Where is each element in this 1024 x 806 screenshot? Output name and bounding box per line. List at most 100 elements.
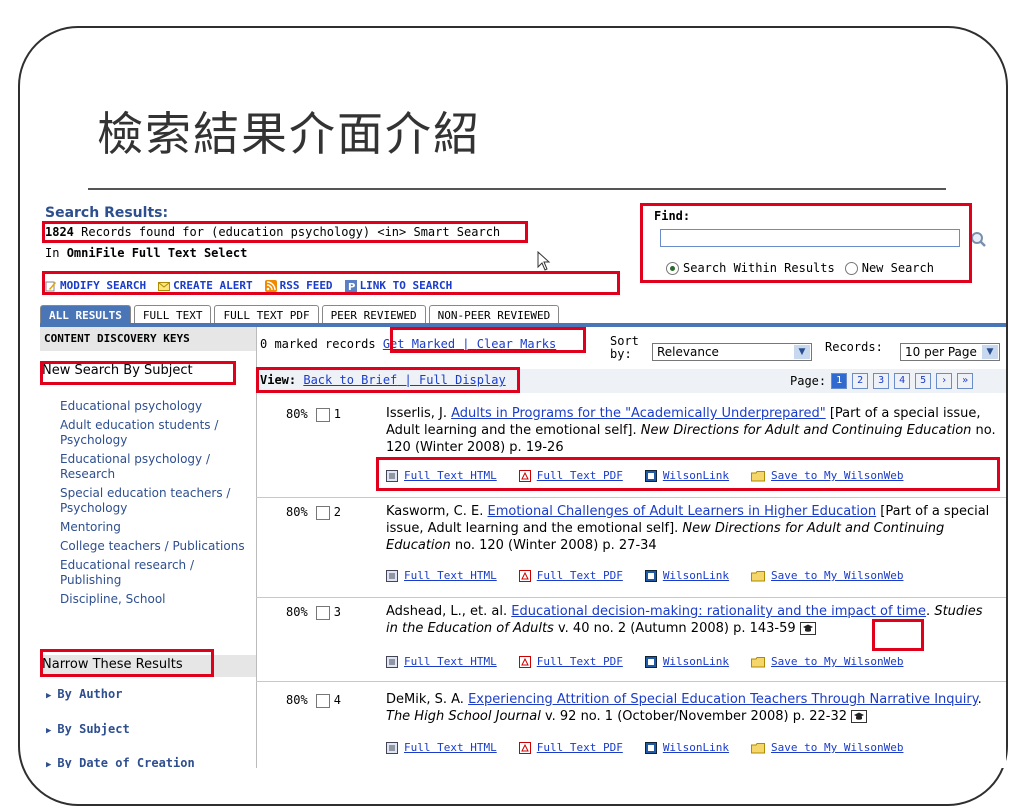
citation-source: v. 92 no. 1 (October/November 2008) p. 2… [540,709,848,724]
annotation-box-marks [390,327,586,353]
annotation-box-new-search-subject [40,361,236,385]
annotation-box-records [42,221,528,243]
wilsonlink-label: WilsonLink [662,741,730,754]
relevance-score: 80% 3 [286,605,341,620]
full-text-html-link[interactable]: Full Text HTML [386,569,497,582]
html-doc-icon [386,655,398,668]
full-text-html-label: Full Text HTML [404,655,497,668]
chevron-down-icon: ▼ [982,345,998,359]
wilsonlink-icon [644,741,657,754]
subject-link[interactable]: Mentoring [60,520,250,535]
save-to-wilsonweb-link[interactable]: Save to My WilsonWeb [751,655,904,668]
folder-icon [751,742,766,753]
subject-link[interactable]: Adult education students / Psychology [60,418,250,448]
sort-select[interactable]: Relevance ▼ [652,343,812,361]
sort-value: Relevance [657,345,719,359]
subject-list: Educational psychology Adult education s… [60,399,250,611]
full-text-html-link[interactable]: Full Text HTML [386,741,497,754]
subject-link[interactable]: Special education teachers / Psychology [60,486,250,516]
annotation-box-toolbar [42,271,620,295]
mark-checkbox[interactable] [315,605,330,620]
last-page-button[interactable]: » [957,373,974,389]
page-4-button[interactable]: 4 [894,373,911,389]
search-results-screenshot: Search Results: 1824 Records found for (… [40,203,1006,768]
pdf-icon [518,569,531,582]
page-label: Page: [790,374,827,388]
fulltext-links: Full Text HTML Full Text PDF WilsonLink … [386,655,904,668]
full-text-html-label: Full Text HTML [404,741,497,754]
citation-note: . [977,692,982,707]
page-5-button[interactable]: 5 [915,373,932,389]
wilsonlink-label: WilsonLink [662,569,730,582]
wilsonlink-link[interactable]: WilsonLink [644,741,730,754]
page-2-button[interactable]: 2 [852,373,869,389]
in-prefix: In [45,246,67,260]
save-to-wilsonweb-link[interactable]: Save to My WilsonWeb [751,569,904,582]
result-number: 3 [333,605,341,619]
article-title-link[interactable]: Experiencing Attrition of Special Educat… [468,692,977,707]
search-results-label: Search Results: [45,205,169,221]
subject-link[interactable]: Educational research / Publishing [60,558,250,588]
citation-source: v. 40 no. 2 (Autumn 2008) p. 143-59 [553,621,796,636]
wilsonlink-link[interactable]: WilsonLink [644,569,730,582]
slide-title: 檢索結果介面介紹 [97,107,481,161]
full-text-pdf-link[interactable]: Full Text PDF [518,569,623,582]
article-title-link[interactable]: Emotional Challenges of Adult Learners i… [488,504,877,519]
mark-checkbox[interactable] [315,407,330,422]
relevance-score: 80% 2 [286,505,341,520]
subject-link[interactable]: Educational psychology [60,399,250,414]
mark-checkbox[interactable] [315,693,330,708]
article-title-link[interactable]: Adults in Programs for the "Academically… [451,406,826,421]
sort-label: Sort by: [610,334,639,361]
full-text-pdf-label: Full Text PDF [536,741,623,754]
title-divider [88,188,946,190]
annotation-box-narrow [40,649,214,677]
next-page-button[interactable]: › [936,373,953,389]
full-text-pdf-link[interactable]: Full Text PDF [518,655,623,668]
save-to-wilsonweb-label: Save to My WilsonWeb [771,569,904,582]
folder-icon [751,656,766,667]
result-item: 80% 4 DeMik, S. A. Experiencing Attrition… [256,681,1006,768]
marked-count: 0 marked records [260,337,376,351]
citation: Isserlis, J. Adults in Programs for the … [386,405,996,456]
full-text-html-link[interactable]: Full Text HTML [386,655,497,668]
wilsonlink-label: WilsonLink [662,655,730,668]
records-per-page-label: Records: [825,340,883,354]
annotation-box-peer-icon [872,619,924,651]
pdf-icon [518,741,531,754]
score-value: 80% [286,693,308,707]
chevron-down-icon: ▼ [794,345,810,359]
page-1-button[interactable]: 1 [831,373,848,389]
pdf-icon [518,655,531,668]
facet-by-author[interactable]: By Author [46,687,122,701]
peer-reviewed-icon[interactable] [799,622,816,635]
page-3-button[interactable]: 3 [873,373,890,389]
citation-author: Adshead, L., et. al. [386,604,508,619]
facet-by-subject[interactable]: By Subject [46,722,129,736]
wilsonlink-link[interactable]: WilsonLink [644,655,730,668]
folder-icon [751,570,766,581]
subject-link[interactable]: Discipline, School [60,592,250,607]
result-number: 2 [333,505,341,519]
peer-reviewed-icon[interactable] [851,710,868,723]
mark-checkbox[interactable] [315,505,330,520]
citation-author: DeMik, S. A. [386,692,464,707]
subject-link[interactable]: College teachers / Publications [60,539,250,554]
result-number: 4 [333,693,341,707]
mouse-cursor-icon [537,251,551,271]
article-title-link[interactable]: Educational decision-making: rationality… [511,604,926,619]
fulltext-links: Full Text HTML Full Text PDF WilsonLink … [386,569,904,582]
subject-link[interactable]: Educational psychology / Research [60,452,250,482]
score-value: 80% [286,605,308,619]
wilsonlink-icon [644,569,657,582]
records-per-page-select[interactable]: 10 per Page ▼ [900,343,1000,361]
html-doc-icon [386,569,398,582]
pagination: Page: 1 2 3 4 5 › » [790,373,974,389]
full-text-pdf-link[interactable]: Full Text PDF [518,741,623,754]
fulltext-links: Full Text HTML Full Text PDF WilsonLink … [386,741,904,754]
score-value: 80% [286,407,308,421]
save-to-wilsonweb-link[interactable]: Save to My WilsonWeb [751,741,904,754]
journal-name: New Directions for Adult and Continuing … [640,423,972,438]
facet-by-date[interactable]: By Date of Creation [46,756,194,768]
citation: Kasworm, C. E. Emotional Challenges of A… [386,503,996,554]
